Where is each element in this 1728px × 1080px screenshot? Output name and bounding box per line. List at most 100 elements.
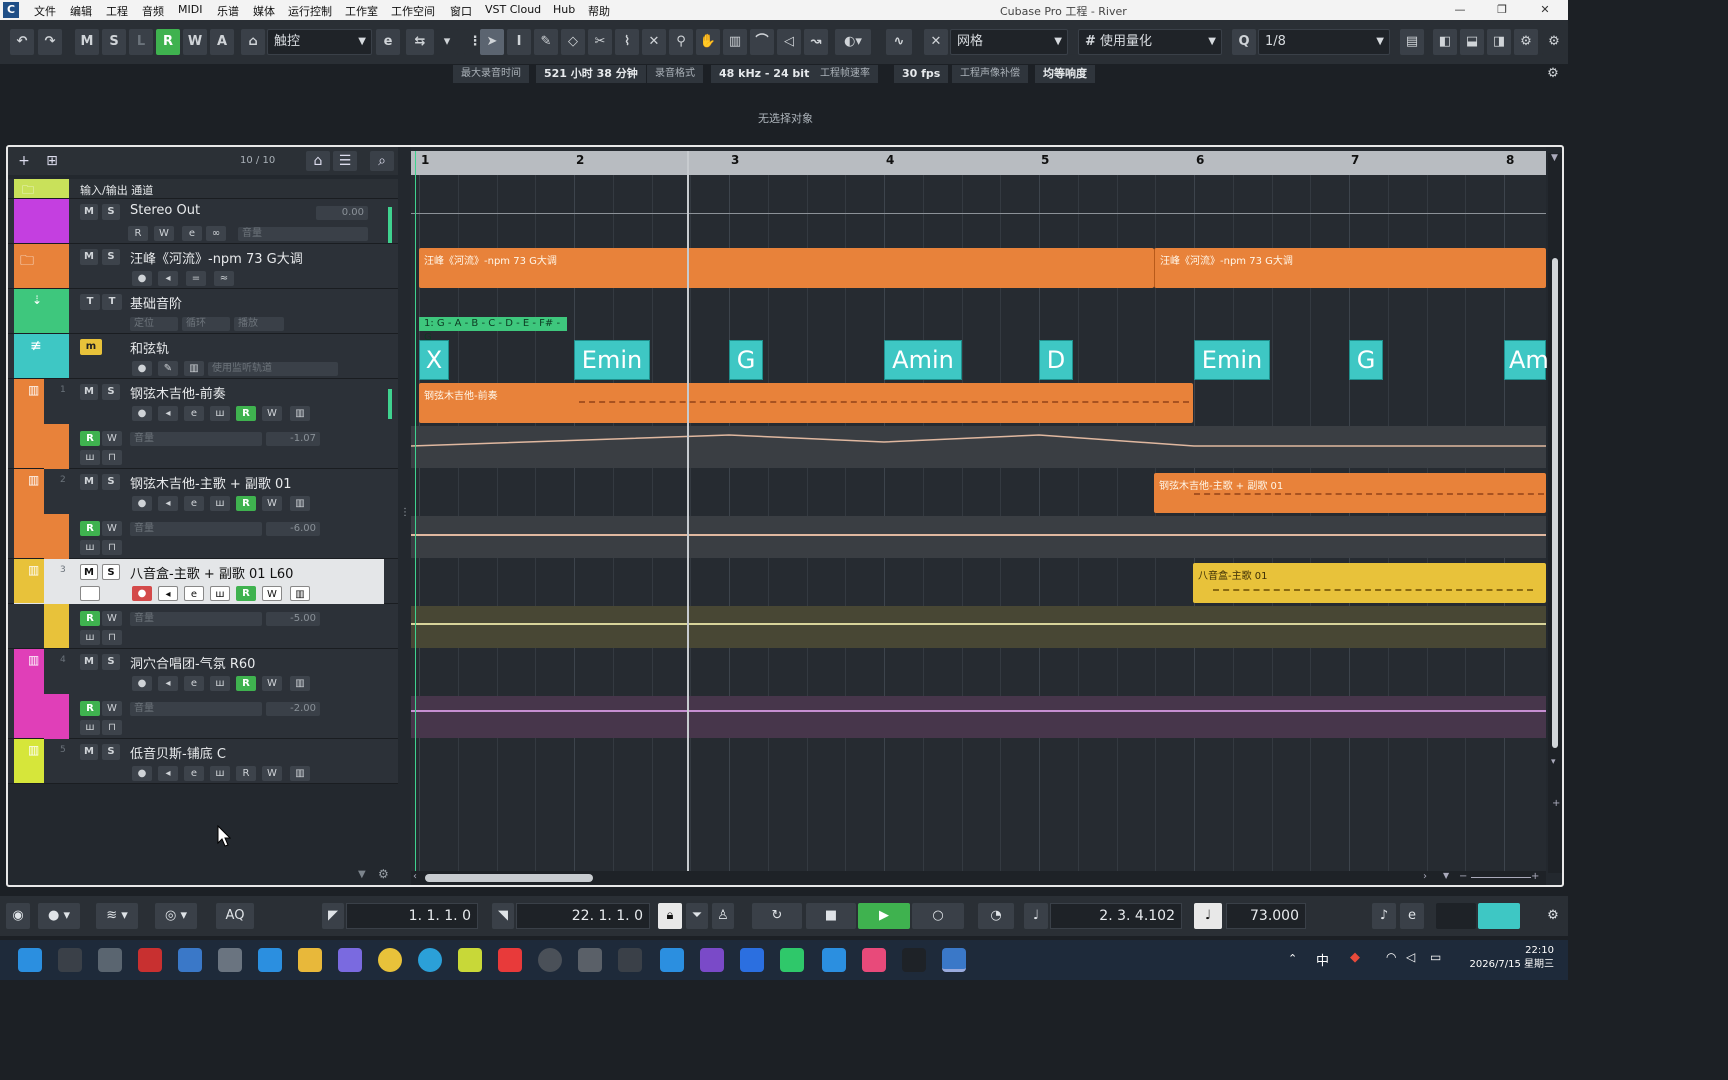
solo-button[interactable]: S — [102, 654, 120, 670]
chevron-down-icon[interactable]: ▼ — [1443, 871, 1449, 880]
nudge-icon[interactable]: ∿ — [886, 29, 912, 55]
volume-automation-curve[interactable] — [411, 534, 1546, 536]
play-button[interactable]: ▶ — [858, 903, 910, 929]
folder-part[interactable]: 汪峰《河流》-npm 73 G大调 — [419, 248, 1154, 288]
frame-rate-value[interactable]: 30 fps — [894, 65, 949, 83]
mute-button[interactable]: m — [80, 339, 102, 355]
mute-button[interactable]: M — [80, 564, 98, 580]
undo-icon[interactable]: ↶ — [10, 29, 34, 55]
filter-icon[interactable]: ⏷ — [686, 903, 708, 929]
menu-project[interactable]: 工程 — [106, 3, 128, 19]
link-icon[interactable]: ∞ — [206, 226, 226, 241]
app-icon[interactable] — [538, 948, 562, 972]
zoom-out-icon[interactable]: − — [1459, 871, 1467, 882]
file-explorer-icon[interactable] — [298, 948, 322, 972]
instrument-edit-icon[interactable]: ш — [210, 406, 230, 421]
app-icon[interactable] — [618, 948, 642, 972]
write-button[interactable]: W — [154, 226, 174, 241]
automation-lanes-icon[interactable]: ш — [80, 630, 100, 645]
read-button[interactable]: R — [236, 496, 256, 511]
solo-button[interactable]: S — [102, 474, 120, 490]
snap-icon[interactable]: ✕ — [924, 29, 948, 55]
menu-media[interactable]: 媒体 — [253, 3, 275, 19]
record-enable-button[interactable]: ● — [132, 271, 152, 286]
volume-value[interactable]: -6.00 — [266, 522, 320, 536]
visual-studio-icon[interactable] — [700, 948, 724, 972]
left-locator-field[interactable]: 1. 1. 1. 0 — [346, 903, 478, 929]
add-track-icon[interactable]: + — [12, 151, 36, 171]
chord-event[interactable]: Amin — [884, 340, 962, 380]
solo-button[interactable]: S — [102, 384, 120, 400]
terminal-icon[interactable] — [58, 948, 82, 972]
listen-button[interactable]: L — [129, 29, 153, 55]
gear-icon[interactable]: ⚙ — [1542, 64, 1564, 84]
range-selection-icon[interactable]: I — [507, 29, 531, 55]
close-icon[interactable]: ✕ — [1530, 2, 1560, 18]
right-locator-icon[interactable]: ◥ — [492, 903, 514, 929]
record-enable-button[interactable]: ● — [132, 406, 152, 421]
play-tool-icon[interactable]: ◁ — [777, 29, 801, 55]
scrollbar-thumb[interactable] — [1552, 258, 1558, 748]
volume-icon[interactable]: ◁ — [1406, 950, 1415, 964]
solo-button[interactable]: S — [102, 564, 120, 580]
monitor-button[interactable]: ◂ — [158, 586, 178, 601]
setup-window-icon[interactable]: ⚙ — [1514, 29, 1538, 55]
track-folder-song[interactable]: 🗀 M S 汪峰《河流》-npm 73 G大调 ● ◂ = ≈ — [8, 244, 398, 289]
track-bass[interactable]: ▥ 5 M S 低音贝斯-铺底 C ● ◂ e ш R W ▥ — [8, 739, 398, 784]
record-button[interactable]: ○ — [912, 903, 964, 929]
track-guitar-verse[interactable]: ▥ 2 M S 钢弦木吉他-主歌 + 副歌 01 ● ◂ e ш R W ▥ R… — [8, 469, 398, 559]
punch-button[interactable]: ◔ — [978, 903, 1014, 929]
chevron-down-icon[interactable]: ▼ — [1551, 153, 1558, 163]
tempo-track-icon[interactable]: ♩ — [1194, 903, 1222, 929]
track-name[interactable]: 基础音阶 — [130, 293, 182, 312]
instrument-edit-icon[interactable]: ш — [210, 586, 230, 601]
mute-tool-icon[interactable]: ✕ — [642, 29, 666, 55]
keyboard-icon[interactable]: ▥ — [290, 766, 310, 781]
horizontal-scrollbar[interactable]: ‹ › ▼ − + — [411, 871, 1546, 885]
write-button[interactable]: W — [262, 496, 282, 511]
volume-automation-curve[interactable] — [411, 710, 1546, 712]
app-icon[interactable] — [578, 948, 602, 972]
chevron-up-icon[interactable]: ⌃ — [1288, 952, 1297, 965]
read-button[interactable]: R — [80, 521, 100, 536]
splitter-handle[interactable]: ⋮ — [400, 507, 410, 518]
draw-tool-icon[interactable]: ✎ — [534, 29, 558, 55]
app-icon[interactable] — [458, 948, 482, 972]
lock-icon[interactable]: ⊓ — [102, 720, 122, 735]
gear-icon[interactable]: ⚙ — [378, 867, 389, 881]
record-enable-button[interactable]: ● — [132, 496, 152, 511]
write-button[interactable]: W — [262, 406, 282, 421]
volume-fader[interactable]: 音量 — [130, 522, 262, 536]
app-icon[interactable] — [338, 948, 362, 972]
snap-type-select[interactable]: 网格 ▼ — [950, 29, 1068, 55]
position-field[interactable]: 2. 3. 4.102 — [1050, 903, 1182, 929]
menu-transport[interactable]: 运行控制 — [288, 3, 332, 19]
chord-event[interactable]: X — [419, 340, 449, 380]
wifi-icon[interactable]: ◠ — [1386, 950, 1396, 964]
lock-icon[interactable]: ⊓ — [102, 450, 122, 465]
volume-value[interactable]: -5.00 — [266, 612, 320, 626]
chord-event[interactable]: Emin — [574, 340, 650, 380]
chord-event[interactable]: D — [1039, 340, 1073, 380]
monitor-button[interactable]: ◂ — [158, 496, 178, 511]
tray-app-icon[interactable]: ◆ — [1350, 950, 1360, 965]
midi-part[interactable]: 钢弦木吉他-主歌 + 副歌 01 — [1154, 473, 1546, 513]
record-enable-button[interactable]: ● — [132, 766, 152, 781]
volume-value[interactable]: 0.00 — [316, 206, 368, 220]
chord-event[interactable]: G — [1349, 340, 1383, 380]
add-folder-icon[interactable]: ⊞ — [40, 151, 64, 171]
volume-fader[interactable]: 音量 — [130, 612, 262, 626]
track-name[interactable]: 钢弦木吉他-主歌 + 副歌 01 — [130, 473, 292, 492]
system-clock[interactable]: 22:10 2026/7/15 星期三 — [1470, 944, 1554, 972]
chrome-icon[interactable] — [378, 948, 402, 972]
mail-icon[interactable] — [258, 948, 282, 972]
monitor-button[interactable]: ◂ — [158, 406, 178, 421]
edit-channel-icon[interactable]: e — [182, 226, 202, 241]
sync-icon[interactable]: ≈ — [214, 271, 234, 286]
write-automation-button[interactable]: W — [183, 29, 207, 55]
windows-start-icon[interactable] — [18, 948, 42, 972]
camera-icon[interactable] — [98, 948, 122, 972]
track-stereo-out[interactable]: M S Stereo Out 0.00 R W e ∞ 音量 — [8, 199, 398, 244]
chevron-down-icon[interactable]: ▼ — [358, 869, 366, 880]
scale-event[interactable]: 1: G - A - B - C - D - E - F# - G — [419, 317, 567, 343]
